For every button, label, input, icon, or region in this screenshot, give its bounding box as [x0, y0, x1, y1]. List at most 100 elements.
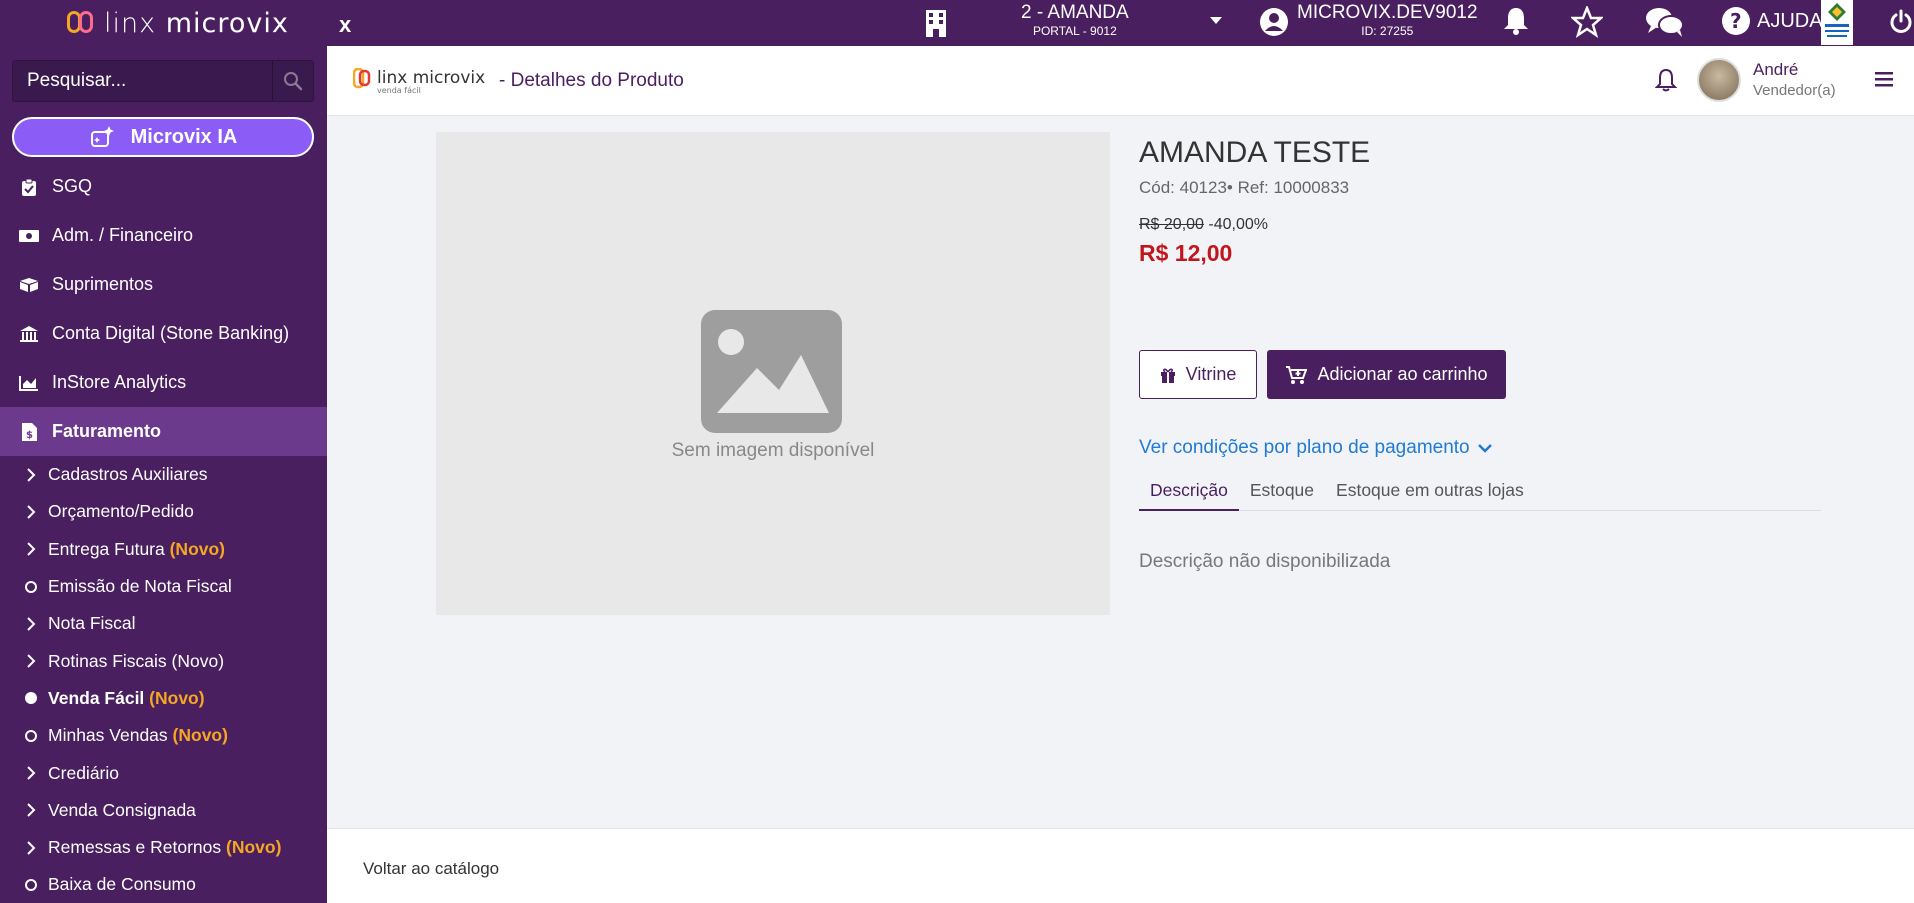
circle-outline-icon: [24, 580, 38, 593]
novo-badge: (Novo): [169, 538, 226, 559]
sidebar-item-label: Adm. / Financeiro: [52, 225, 194, 245]
building-icon[interactable]: [925, 9, 947, 37]
submenu-rotinas-fiscais[interactable]: Rotinas Fiscais (Novo): [0, 642, 327, 679]
submenu-entrega-futura[interactable]: Entrega Futura (Novo): [0, 531, 327, 568]
submenu-label: Venda Fácil: [48, 687, 145, 708]
chevron-right-icon: [24, 505, 38, 519]
sidebar-item-label: Suprimentos: [52, 274, 154, 294]
user-info[interactable]: André Vendedor(a): [1753, 60, 1836, 99]
linx-microvix-logo[interactable]: linx microvix: [66, 7, 289, 39]
add-to-cart-label: Adicionar ao carrinho: [1317, 364, 1488, 384]
linx-logo-icon: [66, 8, 96, 38]
submenu-nota-fiscal[interactable]: Nota Fiscal: [0, 605, 327, 642]
sidebar-item-faturamento[interactable]: $ Faturamento: [0, 407, 327, 456]
product-description: Descrição não disponibilizada: [1139, 551, 1391, 572]
logo-text-microvix: microvix: [165, 7, 289, 39]
payment-conditions-link[interactable]: Ver condições por plano de pagamento: [1139, 437, 1492, 459]
linx-logo-icon: [353, 68, 371, 89]
submenu-label: Baixa de Consumo: [48, 874, 196, 895]
chevron-right-icon: [24, 542, 38, 556]
close-sidebar-button[interactable]: x: [339, 12, 351, 38]
chevron-down-icon: [1477, 444, 1492, 453]
sidebar-menu: SGQ Adm. / Financeiro Suprimentos Conta …: [0, 162, 327, 903]
chevron-right-icon: [24, 467, 38, 482]
bell-icon[interactable]: [1502, 6, 1530, 36]
submenu-emissao-nota-fiscal[interactable]: Emissão de Nota Fiscal: [0, 568, 327, 605]
circle-outline-icon: [24, 729, 38, 742]
sparkle-wand-icon: [90, 126, 114, 147]
sidebar-item-sgq[interactable]: SGQ: [0, 162, 327, 211]
tab-descricao[interactable]: Descrição: [1139, 476, 1239, 511]
cart-plus-icon: [1286, 365, 1308, 384]
chevron-right-icon: [24, 654, 38, 668]
submenu-orcamento-pedido[interactable]: Orçamento/Pedido: [0, 493, 327, 530]
store-portal: PORTAL - 9012: [1032, 24, 1117, 38]
clipboard-check-icon: [18, 178, 40, 196]
svg-text:?: ?: [1730, 9, 1742, 33]
caret-down-icon[interactable]: [1210, 17, 1222, 25]
chevron-right-icon: [24, 803, 38, 818]
microvix-ia-button[interactable]: Microvix IA: [12, 117, 314, 157]
user-role: Vendedor(a): [1753, 82, 1836, 99]
power-icon[interactable]: [1889, 9, 1913, 35]
sidebar-item-label: SGQ: [52, 176, 93, 196]
back-to-catalog-link[interactable]: Voltar ao catálogo: [363, 859, 499, 879]
submenu-crediario[interactable]: Crediário: [0, 754, 327, 791]
help-button[interactable]: ? AJUDA: [1721, 6, 1823, 36]
vitrine-label: Vitrine: [1185, 364, 1237, 384]
submenu-label: Rotinas Fiscais (Novo): [48, 650, 225, 671]
bell-outline-icon[interactable]: [1655, 68, 1677, 92]
logo-microvix: microvix: [412, 68, 486, 88]
page-header: linx microvix venda fácil - Detalhes do P…: [327, 46, 1914, 116]
chat-bubbles-icon[interactable]: [1645, 6, 1685, 38]
sidebar-item-suprimentos[interactable]: Suprimentos: [0, 260, 327, 309]
avatar[interactable]: [1697, 58, 1741, 102]
submenu-baixa-consumo[interactable]: Baixa de Consumo: [0, 866, 327, 903]
svg-text:$: $: [26, 430, 33, 441]
submenu-label: Orçamento/Pedido: [48, 501, 194, 522]
sidebar-item-label: InStore Analytics: [52, 372, 187, 392]
sidebar-item-conta-digital[interactable]: Conta Digital (Stone Banking): [0, 309, 327, 358]
page-title: - Detalhes do Produto: [499, 70, 684, 91]
search-input[interactable]: [13, 61, 272, 101]
product-image-placeholder: Sem imagem disponível: [436, 132, 1110, 615]
submenu-label: Cadastros Auxiliares: [48, 464, 208, 485]
star-icon[interactable]: [1571, 6, 1603, 38]
tab-estoque-outras-lojas[interactable]: Estoque em outras lojas: [1325, 476, 1535, 511]
sidebar-item-adm-financeiro[interactable]: Adm. / Financeiro: [0, 211, 327, 260]
boxes-icon: [18, 277, 40, 293]
old-price: R$ 20,00: [1139, 216, 1204, 233]
search-button[interactable]: [272, 61, 313, 101]
city-logo: [1821, 0, 1853, 45]
current-price: R$ 12,00: [1139, 240, 1233, 266]
store-selector[interactable]: 2 - AMANDA PORTAL - 9012: [1021, 2, 1129, 38]
submenu-minhas-vendas[interactable]: Minhas Vendas (Novo): [0, 717, 327, 754]
sidebar-search: [12, 60, 314, 102]
hamburger-menu-icon[interactable]: [1875, 71, 1893, 87]
chevron-right-icon: [24, 617, 38, 631]
logo-linx: linx: [377, 68, 408, 88]
gift-icon: [1160, 368, 1175, 383]
sidebar-item-instore-analytics[interactable]: InStore Analytics: [0, 358, 327, 407]
submenu-venda-consignada[interactable]: Venda Consignada: [0, 792, 327, 829]
user-name: André: [1753, 60, 1799, 79]
microvix-ia-label: Microvix IA: [130, 125, 238, 148]
circle-outline-icon: [24, 878, 38, 891]
chevron-right-icon: [24, 840, 38, 855]
vitrine-button[interactable]: Vitrine: [1139, 350, 1257, 399]
user-login-name: MICROVIX.DEV9012: [1297, 2, 1478, 23]
submenu-label: Remessas e Retornos: [48, 837, 222, 858]
submenu-venda-facil[interactable]: Venda Fácil (Novo): [0, 680, 327, 717]
footer: Voltar ao catálogo: [327, 828, 1914, 903]
tab-estoque[interactable]: Estoque: [1239, 476, 1325, 511]
sidebar: linx microvix Microvix IA SGQ Adm. / Fin…: [0, 0, 327, 903]
submenu-label: Nota Fiscal: [48, 613, 136, 634]
submenu-cadastros-auxiliares[interactable]: Cadastros Auxiliares: [0, 456, 327, 493]
submenu-remessas-retornos[interactable]: Remessas e Retornos (Novo): [0, 829, 327, 866]
user-login[interactable]: MICROVIX.DEV9012 ID: 27255: [1297, 2, 1478, 38]
user-circle-icon[interactable]: [1259, 7, 1289, 37]
venda-facil-logo: linx microvix venda fácil: [353, 68, 485, 95]
add-to-cart-button[interactable]: Adicionar ao carrinho: [1267, 350, 1506, 399]
sidebar-item-label: Faturamento: [52, 421, 162, 441]
novo-badge: (Novo): [226, 837, 282, 858]
